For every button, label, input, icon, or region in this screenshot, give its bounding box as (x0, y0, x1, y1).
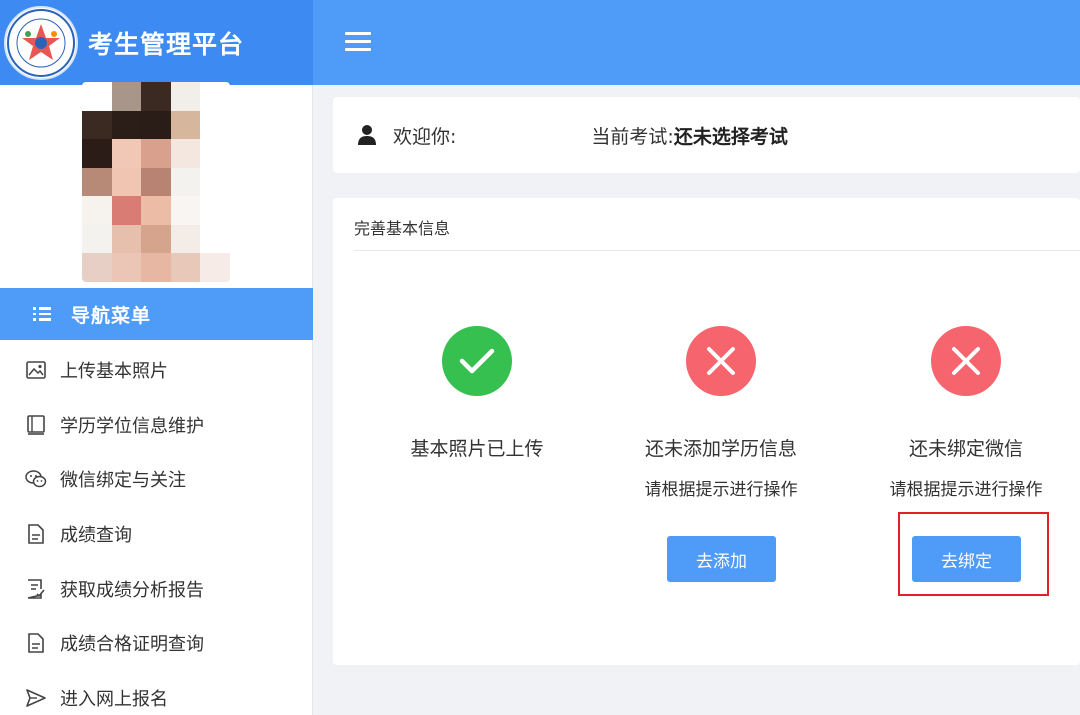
report-icon (25, 578, 47, 600)
close-icon (686, 326, 756, 396)
add-education-button[interactable]: 去添加 (667, 536, 776, 582)
basic-info-card: 完善基本信息 基本照片已上传 还未添加学历信息 请根据提示进行操作 还未绑定微信… (333, 198, 1080, 665)
sidebar-item-wechat[interactable]: 微信绑定与关注 (0, 452, 313, 507)
nav-list: 上传基本照片 学历学位信息维护 微信绑定与关注 成绩查询 获取成绩分析报告 成绩… (0, 343, 313, 715)
card-title: 完善基本信息 (354, 219, 451, 238)
status-hint: 请根据提示进行操作 (889, 480, 1043, 500)
status-education: 还未添加学历信息 请根据提示进行操作 (611, 326, 831, 500)
sidebar-item-education[interactable]: 学历学位信息维护 (0, 398, 313, 453)
sidebar-item-label: 上传基本照片 (60, 361, 168, 383)
sidebar-item-label: 进入网上报名 (60, 688, 168, 710)
document-icon (25, 632, 47, 654)
brand-title: 考生管理平台 (88, 29, 245, 59)
top-header: 考生管理平台 (0, 0, 1080, 85)
highlight-annotation-box (898, 512, 1049, 596)
book-icon (25, 414, 47, 436)
sidebar-item-label: 微信绑定与关注 (60, 470, 186, 492)
avatar-pixelated-photo (82, 82, 230, 282)
menu-toggle-icon[interactable] (345, 32, 371, 52)
nav-menu-title: 导航菜单 (71, 304, 152, 327)
current-exam-value: 还未选择考试 (673, 125, 788, 148)
status-text: 还未绑定微信 (908, 438, 1023, 460)
image-icon (25, 359, 47, 381)
welcome-card: 欢迎你: 当前考试: 还未选择考试 (333, 97, 1080, 173)
sidebar-item-label: 成绩查询 (60, 525, 132, 547)
current-exam-label: 当前考试: (591, 125, 674, 148)
wechat-icon (25, 468, 47, 490)
welcome-label: 欢迎你: (393, 125, 457, 148)
status-text: 还未添加学历信息 (644, 438, 797, 460)
sidebar-item-upload-photo[interactable]: 上传基本照片 (0, 343, 313, 398)
close-icon (931, 326, 1001, 396)
status-photo: 基本照片已上传 (367, 326, 587, 461)
divider (354, 250, 1080, 251)
status-wechat: 还未绑定微信 请根据提示进行操作 (856, 326, 1076, 500)
logo-icon (4, 5, 78, 80)
send-icon (25, 687, 47, 709)
user-icon (357, 124, 377, 146)
sidebar-item-score-report[interactable]: 获取成绩分析报告 (0, 561, 313, 616)
sidebar-item-label: 成绩合格证明查询 (60, 634, 204, 656)
check-icon (442, 326, 512, 396)
sidebar-item-label: 获取成绩分析报告 (60, 579, 204, 601)
sidebar-item-score-query[interactable]: 成绩查询 (0, 507, 313, 562)
sidebar-item-certificate[interactable]: 成绩合格证明查询 (0, 616, 313, 671)
avatar (82, 82, 230, 282)
sidebar-item-online-registration[interactable]: 进入网上报名 (0, 671, 313, 715)
document-icon (25, 523, 47, 545)
sidebar-item-label: 学历学位信息维护 (60, 415, 204, 437)
status-text: 基本照片已上传 (410, 438, 544, 460)
nav-menu-header[interactable]: 导航菜单 (0, 288, 313, 340)
status-hint: 请根据提示进行操作 (644, 480, 798, 500)
list-icon (33, 307, 51, 321)
brand-area: 考生管理平台 (0, 0, 313, 85)
